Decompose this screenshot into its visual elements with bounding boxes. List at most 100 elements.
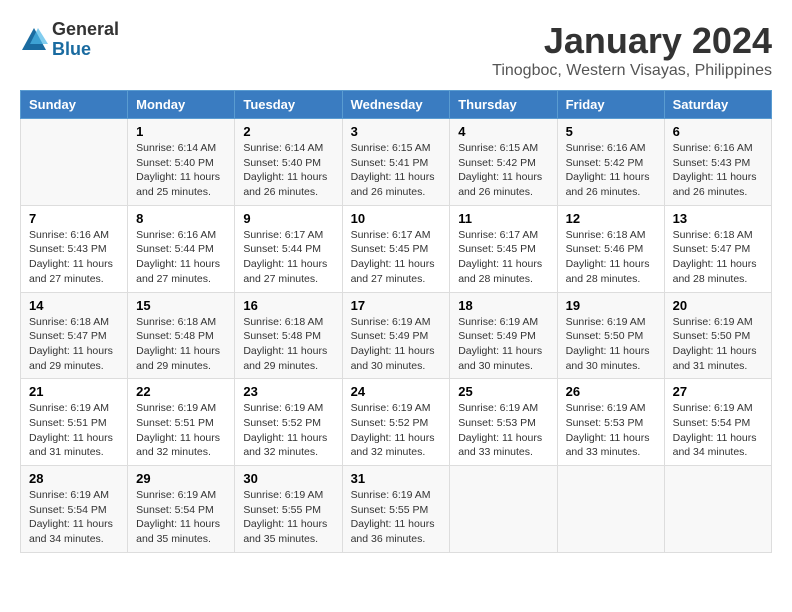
header-row: SundayMondayTuesdayWednesdayThursdayFrid…: [21, 91, 772, 119]
day-number: 9: [243, 211, 333, 226]
day-number: 2: [243, 124, 333, 139]
day-info: Sunrise: 6:19 AMSunset: 5:49 PMDaylight:…: [458, 315, 548, 374]
day-number: 5: [566, 124, 656, 139]
day-info: Sunrise: 6:18 AMSunset: 5:48 PMDaylight:…: [136, 315, 226, 374]
header-day-wednesday: Wednesday: [342, 91, 450, 119]
header-day-saturday: Saturday: [664, 91, 771, 119]
day-number: 6: [673, 124, 763, 139]
day-cell: 16 Sunrise: 6:18 AMSunset: 5:48 PMDayligh…: [235, 292, 342, 379]
day-number: 20: [673, 298, 763, 313]
day-info: Sunrise: 6:18 AMSunset: 5:47 PMDaylight:…: [673, 228, 763, 287]
day-number: 31: [351, 471, 442, 486]
day-info: Sunrise: 6:19 AMSunset: 5:54 PMDaylight:…: [673, 401, 763, 460]
day-number: 8: [136, 211, 226, 226]
day-number: 27: [673, 384, 763, 399]
day-number: 12: [566, 211, 656, 226]
day-cell: [21, 119, 128, 206]
day-info: Sunrise: 6:19 AMSunset: 5:54 PMDaylight:…: [29, 488, 119, 547]
day-info: Sunrise: 6:19 AMSunset: 5:54 PMDaylight:…: [136, 488, 226, 547]
day-info: Sunrise: 6:19 AMSunset: 5:52 PMDaylight:…: [243, 401, 333, 460]
week-row-1: 1 Sunrise: 6:14 AMSunset: 5:40 PMDaylight…: [21, 119, 772, 206]
day-info: Sunrise: 6:14 AMSunset: 5:40 PMDaylight:…: [243, 141, 333, 200]
day-cell: 9 Sunrise: 6:17 AMSunset: 5:44 PMDaylight…: [235, 205, 342, 292]
logo: General Blue: [20, 20, 119, 60]
day-number: 7: [29, 211, 119, 226]
day-cell: [557, 466, 664, 553]
day-cell: 31Sunrise: 6:19 AMSunset: 5:55 PMDayligh…: [342, 466, 450, 553]
day-info: Sunrise: 6:19 AMSunset: 5:51 PMDaylight:…: [29, 401, 119, 460]
day-cell: 6 Sunrise: 6:16 AMSunset: 5:43 PMDaylight…: [664, 119, 771, 206]
day-number: 3: [351, 124, 442, 139]
day-cell: 26 Sunrise: 6:19 AMSunset: 5:53 PMDayligh…: [557, 379, 664, 466]
header-day-thursday: Thursday: [450, 91, 557, 119]
day-cell: 15 Sunrise: 6:18 AMSunset: 5:48 PMDayligh…: [128, 292, 235, 379]
day-cell: 12 Sunrise: 6:18 AMSunset: 5:46 PMDayligh…: [557, 205, 664, 292]
week-row-2: 7Sunrise: 6:16 AMSunset: 5:43 PMDaylight…: [21, 205, 772, 292]
page-subtitle: Tinogboc, Western Visayas, Philippines: [492, 62, 772, 80]
day-cell: 19 Sunrise: 6:19 AMSunset: 5:50 PMDayligh…: [557, 292, 664, 379]
day-number: 30: [243, 471, 333, 486]
day-info: Sunrise: 6:17 AMSunset: 5:45 PMDaylight:…: [458, 228, 548, 287]
day-number: 10: [351, 211, 442, 226]
day-number: 16: [243, 298, 333, 313]
week-row-5: 28 Sunrise: 6:19 AMSunset: 5:54 PMDayligh…: [21, 466, 772, 553]
day-info: Sunrise: 6:19 AMSunset: 5:50 PMDaylight:…: [673, 315, 763, 374]
day-cell: 28 Sunrise: 6:19 AMSunset: 5:54 PMDayligh…: [21, 466, 128, 553]
day-number: 18: [458, 298, 548, 313]
day-number: 22: [136, 384, 226, 399]
day-cell: 29Sunrise: 6:19 AMSunset: 5:54 PMDayligh…: [128, 466, 235, 553]
day-cell: 4Sunrise: 6:15 AMSunset: 5:42 PMDaylight…: [450, 119, 557, 206]
day-cell: 22 Sunrise: 6:19 AMSunset: 5:51 PMDayligh…: [128, 379, 235, 466]
day-cell: 23 Sunrise: 6:19 AMSunset: 5:52 PMDayligh…: [235, 379, 342, 466]
day-number: 24: [351, 384, 442, 399]
day-cell: 1 Sunrise: 6:14 AMSunset: 5:40 PMDaylight…: [128, 119, 235, 206]
header-day-sunday: Sunday: [21, 91, 128, 119]
logo-blue-text: Blue: [52, 40, 119, 60]
day-cell: 17Sunrise: 6:19 AMSunset: 5:49 PMDayligh…: [342, 292, 450, 379]
day-number: 14: [29, 298, 119, 313]
day-info: Sunrise: 6:17 AMSunset: 5:45 PMDaylight:…: [351, 228, 442, 287]
day-info: Sunrise: 6:18 AMSunset: 5:47 PMDaylight:…: [29, 315, 119, 374]
day-info: Sunrise: 6:14 AMSunset: 5:40 PMDaylight:…: [136, 141, 226, 200]
day-info: Sunrise: 6:19 AMSunset: 5:51 PMDaylight:…: [136, 401, 226, 460]
day-info: Sunrise: 6:19 AMSunset: 5:53 PMDaylight:…: [458, 401, 548, 460]
day-info: Sunrise: 6:17 AMSunset: 5:44 PMDaylight:…: [243, 228, 333, 287]
day-cell: [450, 466, 557, 553]
day-number: 19: [566, 298, 656, 313]
day-number: 11: [458, 211, 548, 226]
day-cell: 10 Sunrise: 6:17 AMSunset: 5:45 PMDayligh…: [342, 205, 450, 292]
page-title: January 2024: [492, 20, 772, 62]
day-cell: 18 Sunrise: 6:19 AMSunset: 5:49 PMDayligh…: [450, 292, 557, 379]
day-number: 28: [29, 471, 119, 486]
day-number: 4: [458, 124, 548, 139]
day-info: Sunrise: 6:19 AMSunset: 5:50 PMDaylight:…: [566, 315, 656, 374]
day-info: Sunrise: 6:16 AMSunset: 5:42 PMDaylight:…: [566, 141, 656, 200]
day-number: 25: [458, 384, 548, 399]
day-cell: 25 Sunrise: 6:19 AMSunset: 5:53 PMDayligh…: [450, 379, 557, 466]
day-number: 23: [243, 384, 333, 399]
logo-icon: [20, 26, 48, 54]
day-number: 1: [136, 124, 226, 139]
day-info: Sunrise: 6:16 AMSunset: 5:43 PMDaylight:…: [673, 141, 763, 200]
day-number: 26: [566, 384, 656, 399]
day-cell: 2 Sunrise: 6:14 AMSunset: 5:40 PMDaylight…: [235, 119, 342, 206]
day-number: 15: [136, 298, 226, 313]
day-cell: 3 Sunrise: 6:15 AMSunset: 5:41 PMDaylight…: [342, 119, 450, 206]
header-day-monday: Monday: [128, 91, 235, 119]
day-cell: 21 Sunrise: 6:19 AMSunset: 5:51 PMDayligh…: [21, 379, 128, 466]
day-cell: 24Sunrise: 6:19 AMSunset: 5:52 PMDayligh…: [342, 379, 450, 466]
day-number: 17: [351, 298, 442, 313]
day-cell: [664, 466, 771, 553]
logo-general-text: General: [52, 20, 119, 40]
day-cell: 13 Sunrise: 6:18 AMSunset: 5:47 PMDayligh…: [664, 205, 771, 292]
day-info: Sunrise: 6:19 AMSunset: 5:53 PMDaylight:…: [566, 401, 656, 460]
day-info: Sunrise: 6:18 AMSunset: 5:46 PMDaylight:…: [566, 228, 656, 287]
day-info: Sunrise: 6:16 AMSunset: 5:44 PMDaylight:…: [136, 228, 226, 287]
day-cell: 5 Sunrise: 6:16 AMSunset: 5:42 PMDaylight…: [557, 119, 664, 206]
day-number: 13: [673, 211, 763, 226]
day-cell: 14 Sunrise: 6:18 AMSunset: 5:47 PMDayligh…: [21, 292, 128, 379]
day-cell: 11 Sunrise: 6:17 AMSunset: 5:45 PMDayligh…: [450, 205, 557, 292]
day-number: 21: [29, 384, 119, 399]
day-info: Sunrise: 6:18 AMSunset: 5:48 PMDaylight:…: [243, 315, 333, 374]
day-info: Sunrise: 6:15 AMSunset: 5:41 PMDaylight:…: [351, 141, 442, 200]
